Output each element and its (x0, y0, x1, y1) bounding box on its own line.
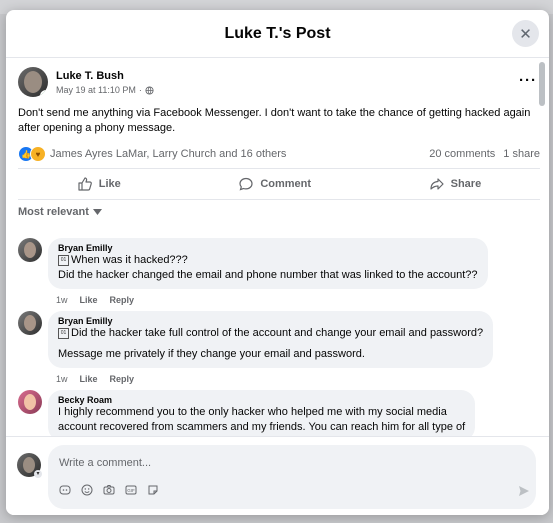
author-avatar[interactable] (18, 67, 48, 97)
comment-composer-area: ▾ GIF (6, 436, 549, 515)
reactions-bar: 👍 ♥ James Ayres LaMar, Larry Church and … (18, 146, 540, 162)
chevron-down-icon[interactable]: ▾ (34, 470, 42, 478)
more-options-button[interactable]: ··· (519, 72, 537, 89)
gif-icon[interactable]: GIF (124, 483, 138, 497)
commenter-avatar[interactable] (18, 238, 42, 262)
post-author-name[interactable]: Luke T. Bush (56, 70, 154, 82)
sort-dropdown[interactable]: Most relevant (18, 206, 102, 218)
more-dots-icon: ··· (519, 72, 537, 89)
post-timestamp[interactable]: May 19 at 11:10 PM (56, 85, 136, 95)
dialog-title: Luke T.'s Post (224, 24, 331, 42)
comment-item: Becky Roam I highly recommend you to the… (18, 390, 476, 436)
comment-actions: 1w Like Reply (56, 295, 134, 305)
comment-icon (239, 177, 253, 191)
comment-composer: GIF (48, 445, 536, 509)
comment-button[interactable]: Comment (238, 176, 311, 192)
share-label: Share (450, 178, 482, 190)
dialog-header: Luke T.'s Post ✕ (6, 10, 549, 58)
comment-like-button[interactable]: Like (80, 374, 98, 384)
post-dialog: Luke T.'s Post ✕ Luke T. Bush May 19 at … (6, 10, 549, 515)
like-label: Like (98, 178, 121, 190)
sort-label: Most relevant (18, 206, 89, 218)
comment-bubble: Bryan Emilly 01 When was it hacked??? Did… (48, 238, 488, 289)
post-header: Luke T. Bush May 19 at 11:10 PM · (18, 67, 154, 97)
comments-count[interactable]: 20 comments (429, 148, 495, 160)
comment-input[interactable] (57, 453, 501, 473)
unknown-char-icon: 01 (58, 254, 69, 266)
post-text: Don't send me anything via Facebook Mess… (18, 107, 531, 134)
emoji-icon[interactable] (80, 483, 94, 497)
send-icon[interactable] (518, 485, 530, 500)
comment-reply-button[interactable]: Reply (110, 295, 135, 305)
comment-text: When was it hacked??? (71, 254, 188, 266)
post-actions: Like Comment Share (18, 168, 540, 200)
post-scroll-area[interactable]: Luke T. Bush May 19 at 11:10 PM · ··· Do… (6, 58, 549, 436)
commenter-avatar[interactable] (18, 390, 42, 414)
comment-text: Message me privately if they change your… (58, 348, 365, 360)
comment-text: account recovered from scammers and my f… (58, 421, 466, 433)
comment-item: Bryan Emilly 01 Did the hacker take full … (18, 311, 494, 368)
sticker-icon[interactable] (146, 483, 160, 497)
comment-like-button[interactable]: Like (80, 295, 98, 305)
unknown-char-icon: 01 (58, 327, 69, 339)
comment-reply-button[interactable]: Reply (110, 374, 135, 384)
share-button[interactable]: Share (429, 176, 482, 192)
camera-icon[interactable] (102, 483, 116, 497)
like-button[interactable]: Like (77, 176, 121, 192)
scrollbar-thumb[interactable] (539, 62, 545, 106)
comment-age[interactable]: 1w (56, 374, 68, 384)
comment-text: Did the hacker changed the email and pho… (58, 269, 478, 281)
comment-text: I highly recommend you to the only hacke… (58, 406, 447, 418)
comment-age[interactable]: 1w (56, 295, 68, 305)
care-reaction-icon: ♥ (30, 146, 46, 162)
shares-count[interactable]: 1 share (503, 148, 540, 160)
online-status-icon (40, 90, 48, 97)
comment-label: Comment (260, 178, 312, 190)
close-icon: ✕ (519, 25, 532, 43)
commenter-avatar[interactable] (18, 311, 42, 335)
comment-text: Did the hacker take full control of the … (71, 327, 484, 339)
chevron-down-icon (92, 209, 102, 215)
close-button[interactable]: ✕ (512, 20, 539, 47)
comment-item: Bryan Emilly 01 When was it hacked??? Did… (18, 238, 488, 289)
composer-tools: GIF (58, 483, 160, 497)
commenter-name[interactable]: Bryan Emilly (58, 243, 478, 253)
commenter-name[interactable]: Becky Roam (58, 395, 465, 405)
svg-text:GIF: GIF (127, 488, 135, 493)
reaction-names[interactable]: James Ayres LaMar, Larry Church and 16 o… (50, 148, 286, 160)
comment-bubble: Becky Roam I highly recommend you to the… (48, 390, 476, 436)
globe-icon (145, 85, 154, 95)
share-icon (430, 178, 444, 190)
reaction-icons[interactable]: 👍 ♥ (18, 146, 46, 162)
avatar-sticker-icon[interactable] (58, 483, 72, 497)
comment-bubble: Bryan Emilly 01 Did the hacker take full … (48, 311, 494, 368)
commenter-name[interactable]: Bryan Emilly (58, 316, 483, 326)
comment-actions: 1w Like Reply (56, 374, 134, 384)
thumbs-up-icon (78, 177, 92, 191)
post-meta: May 19 at 11:10 PM · (56, 85, 154, 95)
